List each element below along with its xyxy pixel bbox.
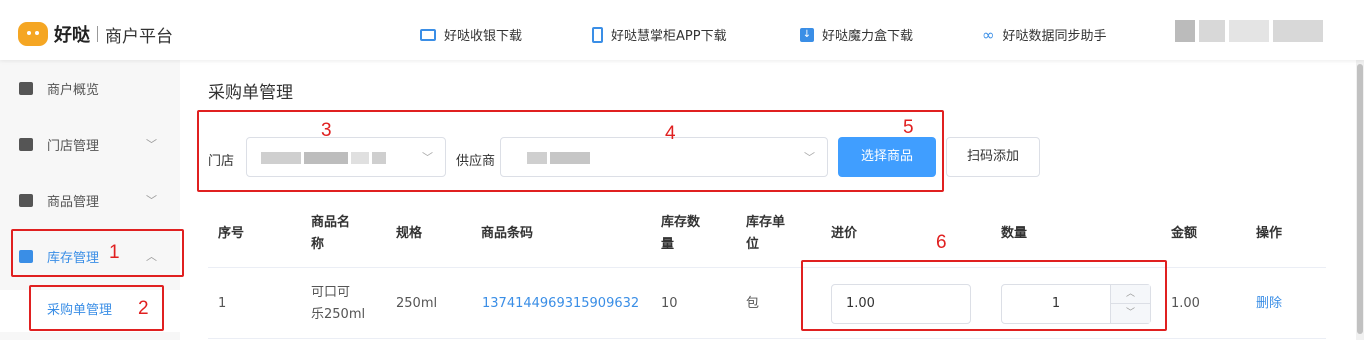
link-label: 好哒收银下载	[444, 29, 523, 44]
link-icon: ∞	[982, 25, 995, 44]
annotation-box-6	[801, 260, 1167, 331]
sidebar-item-label: 商户概览	[47, 82, 100, 98]
annotation-number: 5	[903, 117, 914, 138]
brand-subtitle: 商户平台	[105, 26, 173, 47]
logo-divider	[97, 26, 98, 42]
sidebar-item-label: 商品管理	[47, 194, 100, 210]
row-barcode-link[interactable]: 1374144969315909632	[482, 293, 639, 315]
sidebar-item-stores[interactable]: 门店管理 ﹀	[0, 116, 180, 172]
brand-logo[interactable]: 好哒 商户平台	[18, 21, 173, 47]
monitor-icon	[420, 28, 436, 41]
row-index: 1	[218, 296, 227, 311]
row-product-name: 可口可 乐250ml	[311, 285, 366, 322]
phone-icon	[592, 26, 603, 43]
brand-name: 好哒	[54, 25, 90, 46]
annotation-number: 3	[321, 120, 332, 141]
annotation-number: 6	[936, 232, 947, 253]
link-label: 好哒魔力盒下载	[822, 29, 914, 44]
column-header: 商品名称	[311, 215, 351, 252]
row-stock-qty: 10	[661, 296, 678, 311]
scan-add-button[interactable]: 扫码添加	[946, 137, 1040, 177]
annotation-number: 1	[109, 242, 120, 263]
column-header: 金额	[1171, 226, 1198, 241]
top-bar: 好哒 商户平台 好哒收银下载 好哒慧掌柜APP下载 ↓ 好哒魔力盒下载 ∞ 好哒…	[0, 0, 1364, 60]
column-header: 库存数量	[661, 215, 701, 252]
column-header: 规格	[396, 226, 423, 241]
logo-icon	[18, 22, 48, 46]
page-title: 采购单管理	[208, 83, 293, 103]
row-amount: 1.00	[1171, 296, 1200, 311]
row-divider	[208, 338, 1326, 339]
goods-icon	[19, 193, 33, 207]
main-content: 采购单管理 门店 ﹀ 供应商 ﹀ 选择商品 扫码添加 序号 商品名称 规格 商品…	[180, 60, 1364, 340]
link-label: 好哒数据同步助手	[1002, 29, 1107, 44]
user-account-blurred[interactable]	[1175, 20, 1335, 42]
delete-row-link[interactable]: 删除	[1256, 293, 1282, 315]
download-icon: ↓	[800, 27, 814, 42]
home-icon	[19, 81, 33, 95]
download-box-link[interactable]: ↓ 好哒魔力盒下载	[800, 25, 913, 44]
download-cashier-link[interactable]: 好哒收银下载	[420, 25, 522, 44]
row-stock-unit: 包	[746, 296, 760, 311]
sidebar-item-goods[interactable]: 商品管理 ﹀	[0, 172, 180, 228]
row-spec: 250ml	[396, 296, 438, 311]
column-header: 序号	[218, 226, 245, 241]
store-icon	[19, 137, 33, 151]
column-header: 库存单位	[746, 215, 786, 252]
annotation-box-1	[11, 229, 184, 277]
page-scrollbar[interactable]	[1356, 60, 1364, 340]
column-header: 进价	[831, 226, 858, 241]
annotation-number: 4	[665, 123, 676, 144]
sync-assistant-link[interactable]: ∞ 好哒数据同步助手	[982, 25, 1107, 45]
column-header: 商品条码	[481, 226, 534, 241]
link-label: 好哒慧掌柜APP下载	[611, 29, 727, 44]
annotation-number: 2	[138, 298, 149, 319]
chevron-down-icon: ﹀	[146, 194, 157, 207]
sidebar-item-overview[interactable]: 商户概览	[0, 60, 180, 116]
download-app-link[interactable]: 好哒慧掌柜APP下载	[592, 25, 727, 44]
sidebar-item-label: 门店管理	[47, 138, 100, 154]
column-header: 操作	[1256, 226, 1283, 241]
chevron-down-icon: ﹀	[146, 138, 157, 151]
annotation-box-3-5	[197, 110, 944, 192]
column-header: 数量	[1001, 226, 1028, 241]
